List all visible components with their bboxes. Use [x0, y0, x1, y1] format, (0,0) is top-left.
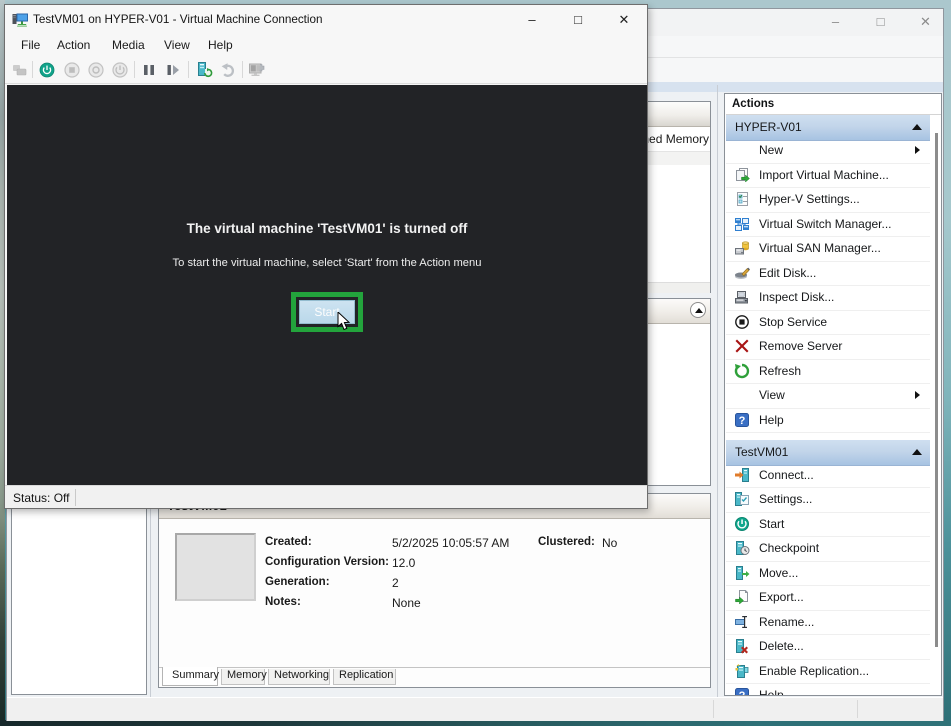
svg-text:?: ? [739, 415, 746, 427]
svg-text:?: ? [739, 690, 746, 696]
